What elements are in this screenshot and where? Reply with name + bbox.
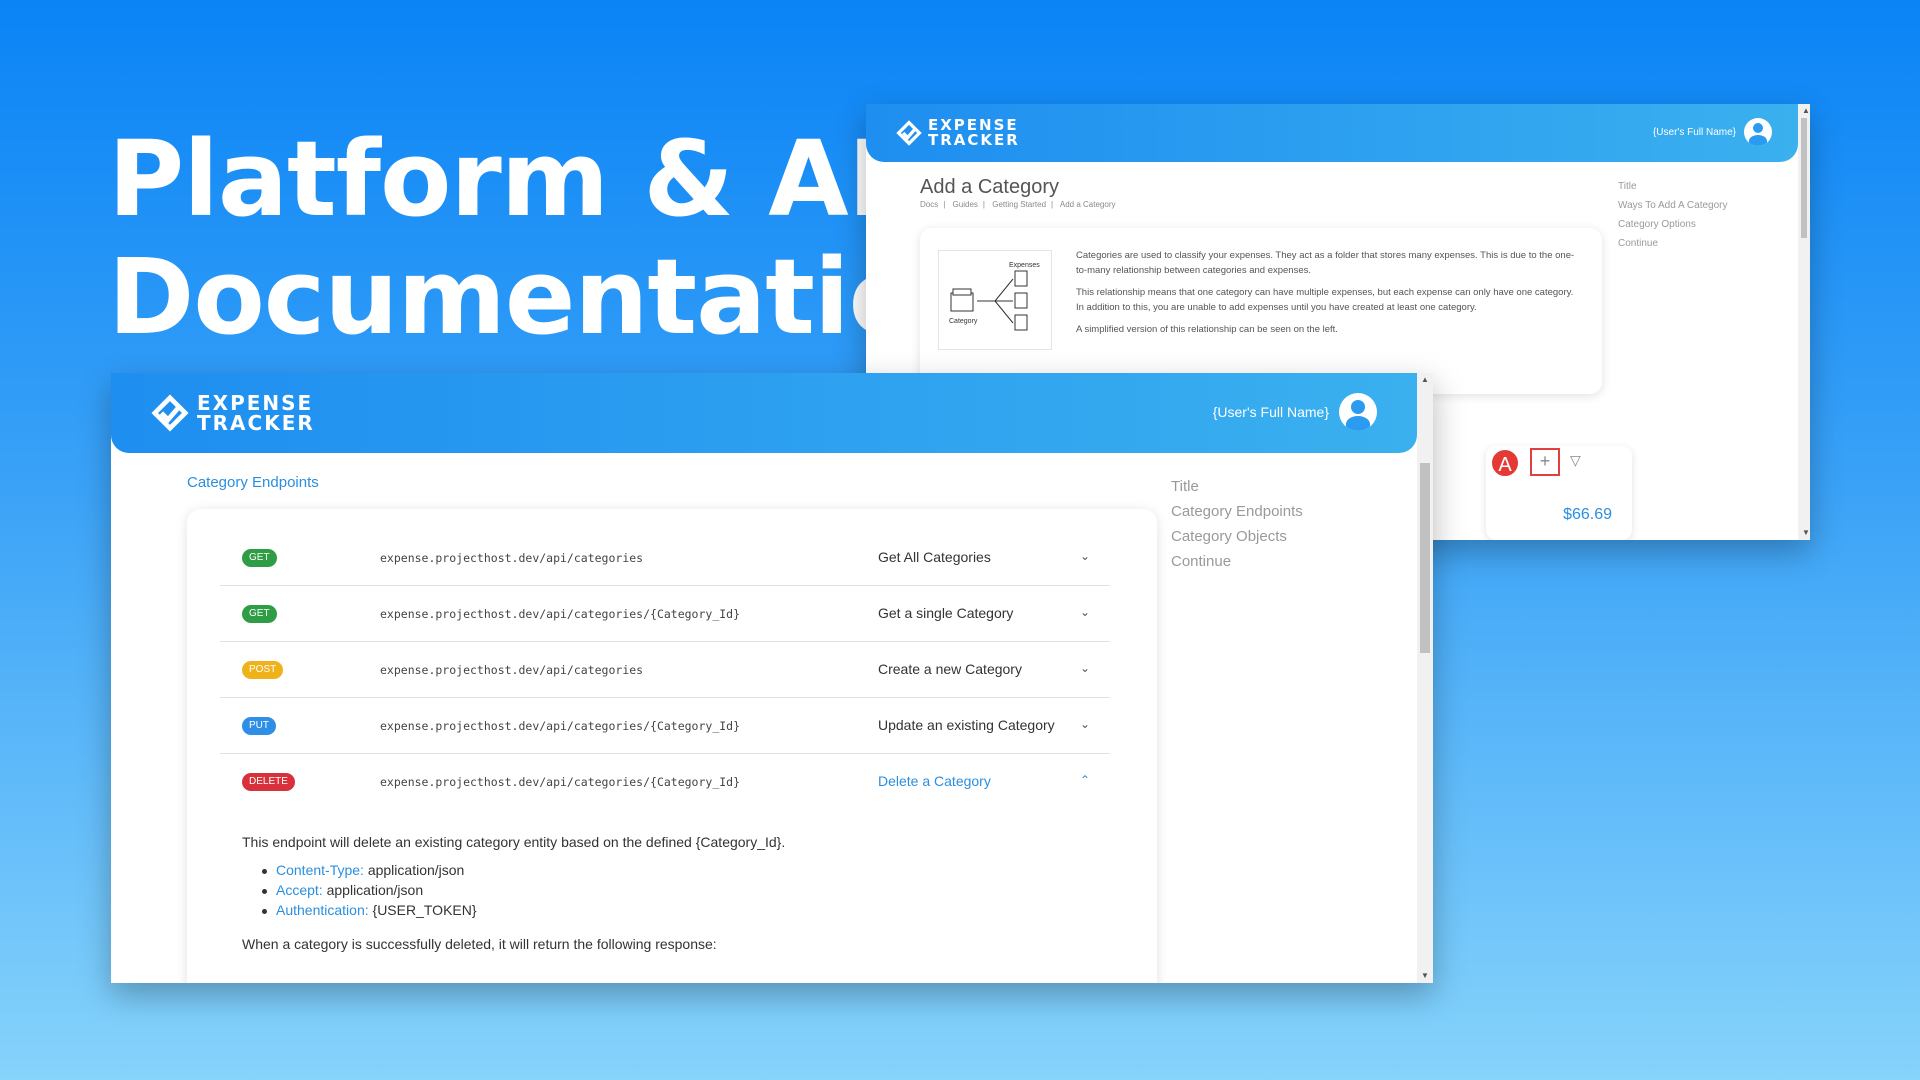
toc-item-continue[interactable]: Continue [1618, 237, 1728, 251]
toc-item-category-options[interactable]: Category Options [1618, 218, 1728, 232]
scroll-down-arrow-icon[interactable]: ▼ [1798, 526, 1810, 540]
toc-item-continue[interactable]: Continue [1171, 552, 1303, 571]
category-relationship-diagram: Expenses Category [938, 250, 1052, 350]
user-menu[interactable]: {User's Full Name} [1213, 393, 1377, 431]
scrollbar-thumb[interactable] [1801, 118, 1807, 238]
toc-item-title[interactable]: Title [1618, 180, 1728, 194]
endpoint-row-expanded[interactable]: DELETE expense.projecthost.dev/api/categ… [220, 755, 1110, 810]
endpoint-label: Get All Categories [878, 549, 991, 565]
category-description: Categories are used to classify your exp… [1076, 248, 1576, 344]
header-item: Authentication: {USER_TOKEN} [262, 902, 1092, 918]
endpoint-detail: This endpoint will delete an existing ca… [242, 834, 1092, 966]
table-of-contents: Title Ways To Add A Category Category Op… [1618, 180, 1728, 256]
method-badge: POST [242, 661, 284, 679]
header-item: Content-Type: application/json [262, 862, 1092, 878]
endpoint-url: expense.projecthost.dev/api/categories [380, 551, 644, 565]
logo-text-line-1: EXPENSE [197, 391, 314, 415]
hero-title-line-1: Platform & API [108, 118, 962, 240]
diagram-expenses-label: Expenses [1009, 262, 1040, 269]
user-name: {User's Full Name} [1212, 404, 1329, 420]
category-endpoints-docs-window: EXPENSE TRACKER {User's Full Name} Categ… [111, 373, 1433, 983]
endpoint-url: expense.projecthost.dev/api/categories/{… [380, 775, 741, 789]
endpoint-row[interactable]: GET expense.projecthost.dev/api/categori… [220, 531, 1110, 586]
toc-item-category-endpoints[interactable]: Category Endpoints [1171, 502, 1303, 521]
logo-text-line-2: TRACKER [928, 131, 1020, 149]
endpoint-url: expense.projecthost.dev/api/categories [380, 663, 644, 677]
endpoint-label: Create a new Category [878, 661, 1022, 677]
endpoint-label: Update an existing Category [878, 717, 1055, 733]
expense-tracker-logo[interactable]: EXPENSE TRACKER [896, 118, 1020, 148]
method-badge: GET [242, 605, 277, 623]
diagram-category-label: Category [949, 318, 978, 325]
expense-tracker-logo[interactable]: EXPENSE TRACKER [151, 393, 315, 433]
header-list: Content-Type: application/json Accept: a… [262, 862, 1092, 918]
breadcrumb: Docs | Guides | Getting Started | Add a Cat… [920, 200, 1116, 209]
chevron-down-icon[interactable]: ⌄ [1075, 546, 1095, 566]
header-value: {USER_TOKEN} [372, 902, 477, 918]
endpoint-row[interactable]: PUT expense.projecthost.dev/api/categori… [220, 699, 1110, 754]
scrollbar[interactable]: ▲ ▼ [1417, 373, 1433, 983]
annotation-badge: A [1490, 448, 1520, 478]
logo-check-icon [896, 120, 922, 146]
endpoint-label: Get a single Category [878, 605, 1014, 621]
app-header: EXPENSE TRACKER {User's Full Name} [866, 104, 1798, 162]
toc-item-title[interactable]: Title [1171, 477, 1303, 496]
toc-item-ways-to-add[interactable]: Ways To Add A Category [1618, 199, 1728, 213]
hero-title-line-2: Documentation [108, 236, 993, 358]
header-key[interactable]: Accept: [276, 882, 323, 898]
logo-text-line-2: TRACKER [197, 411, 315, 435]
endpoints-card: GET expense.projecthost.dev/api/categori… [187, 509, 1157, 983]
method-badge: GET [242, 549, 277, 567]
scroll-up-arrow-icon[interactable]: ▲ [1798, 104, 1810, 118]
category-info-card: Expenses Category Categories are used to… [920, 228, 1602, 394]
endpoint-label: Delete a Category [878, 773, 991, 789]
chevron-down-icon[interactable]: ⌄ [1075, 658, 1095, 678]
header-value: application/json [326, 882, 424, 898]
logo-check-icon [151, 394, 189, 432]
expense-amount: $66.69 [1563, 506, 1612, 523]
chevron-up-icon[interactable]: ⌃ [1075, 770, 1095, 790]
scrollbar[interactable]: ▲ ▼ [1798, 104, 1810, 540]
detail-intro: This endpoint will delete an existing ca… [242, 834, 786, 850]
scroll-up-arrow-icon[interactable]: ▲ [1417, 373, 1433, 387]
toc-item-category-objects[interactable]: Category Objects [1171, 527, 1303, 546]
scrollbar-thumb[interactable] [1420, 463, 1430, 653]
hero-title: Platform & API Documentation [108, 118, 993, 358]
description-paragraph: This relationship means that one categor… [1076, 287, 1574, 313]
description-paragraph: Categories are used to classify your exp… [1076, 250, 1575, 276]
filter-icon[interactable]: ▽ [1570, 452, 1581, 469]
app-header: EXPENSE TRACKER {User's Full Name} [111, 373, 1417, 453]
header-key[interactable]: Authentication: [276, 902, 369, 918]
header-item: Accept: application/json [262, 882, 1092, 898]
breadcrumb-item[interactable]: Docs [920, 200, 938, 209]
avatar[interactable] [1744, 118, 1772, 146]
breadcrumb-item[interactable]: Guides [953, 200, 978, 209]
detail-outro: When a category is successfully deleted,… [242, 936, 717, 952]
endpoint-url: expense.projecthost.dev/api/categories/{… [380, 607, 741, 621]
avatar[interactable] [1339, 393, 1377, 431]
endpoint-row[interactable]: GET expense.projecthost.dev/api/categori… [220, 587, 1110, 642]
table-of-contents: Title Category Endpoints Category Object… [1171, 477, 1303, 577]
chevron-down-icon[interactable]: ⌄ [1075, 602, 1095, 622]
page-title: Add a Category [920, 176, 1059, 198]
add-category-button[interactable]: + [1530, 448, 1560, 476]
endpoint-url: expense.projecthost.dev/api/categories/{… [380, 719, 741, 733]
breadcrumb-item[interactable]: Add a Category [1060, 200, 1116, 209]
scroll-down-arrow-icon[interactable]: ▼ [1417, 969, 1433, 983]
breadcrumb-item[interactable]: Getting Started [992, 200, 1046, 209]
section-heading[interactable]: Category Endpoints [187, 474, 319, 491]
header-key[interactable]: Content-Type: [276, 862, 364, 878]
method-badge: PUT [242, 717, 276, 735]
endpoint-row[interactable]: POST expense.projecthost.dev/api/categor… [220, 643, 1110, 698]
description-paragraph: A simplified version of this relationshi… [1076, 324, 1338, 335]
header-value: application/json [367, 862, 465, 878]
method-badge: DELETE [242, 773, 295, 791]
chevron-down-icon[interactable]: ⌄ [1075, 714, 1095, 734]
user-name: {User's Full Name} [1652, 126, 1736, 138]
user-menu[interactable]: {User's Full Name} [1653, 118, 1772, 146]
